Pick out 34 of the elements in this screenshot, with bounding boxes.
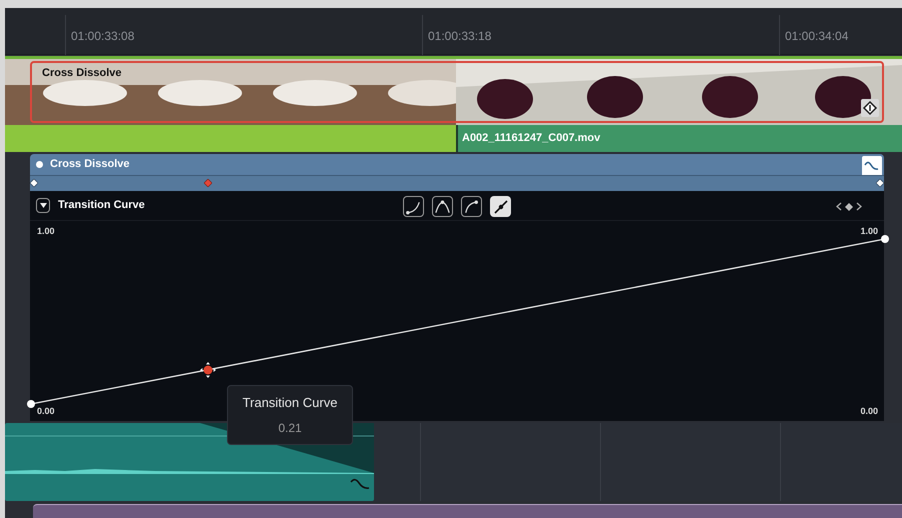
chevron-right-icon[interactable]: [856, 202, 862, 211]
diamond-icon[interactable]: [845, 202, 853, 210]
chevron-left-icon[interactable]: [836, 202, 842, 211]
transition-title: Cross Dissolve: [50, 157, 130, 172]
curve-preset-button[interactable]: [403, 196, 424, 217]
keyframe-icon[interactable]: [30, 179, 38, 187]
selected-keyframe-point[interactable]: [200, 362, 216, 378]
clip-name: A002_11161247_C007.mov: [462, 131, 600, 146]
panel-title: Transition Curve: [58, 198, 145, 214]
timecode: 01:00:33:18: [428, 29, 492, 43]
curve-preset-button[interactable]: [461, 196, 482, 217]
clip-bar[interactable]: A002_11161247_C007.mov: [456, 125, 902, 152]
curve-preset-button[interactable]: [432, 196, 453, 217]
timecode: 01:00:34:04: [785, 29, 848, 43]
axis-label: 0.00: [37, 404, 55, 418]
curve-preset-button[interactable]: [490, 196, 511, 217]
keyframe-icon[interactable]: [876, 179, 884, 187]
axis-label: 0.00: [860, 404, 878, 418]
axis-label: 1.00: [860, 225, 878, 238]
tooltip-title: Transition Curve: [242, 394, 338, 412]
caret-icon: [40, 203, 46, 208]
timecode: 01:00:33:08: [71, 29, 134, 43]
axis-label: 1.00: [37, 225, 55, 238]
tooltip-value: 0.21: [278, 420, 302, 437]
curve-icon[interactable]: [862, 156, 882, 177]
keyframe-point[interactable]: [27, 400, 35, 408]
transition-clip[interactable]: Cross Dissolve: [30, 61, 884, 123]
audio-clip[interactable]: [5, 423, 374, 501]
clip-bar[interactable]: [33, 504, 902, 518]
keyframe-icon[interactable]: [861, 99, 879, 117]
keyframe-point[interactable]: [881, 235, 889, 243]
dropdown-button[interactable]: [36, 198, 50, 213]
transition-label: Cross Dissolve: [42, 66, 122, 81]
transition-header[interactable]: Cross Dissolve: [30, 154, 884, 175]
